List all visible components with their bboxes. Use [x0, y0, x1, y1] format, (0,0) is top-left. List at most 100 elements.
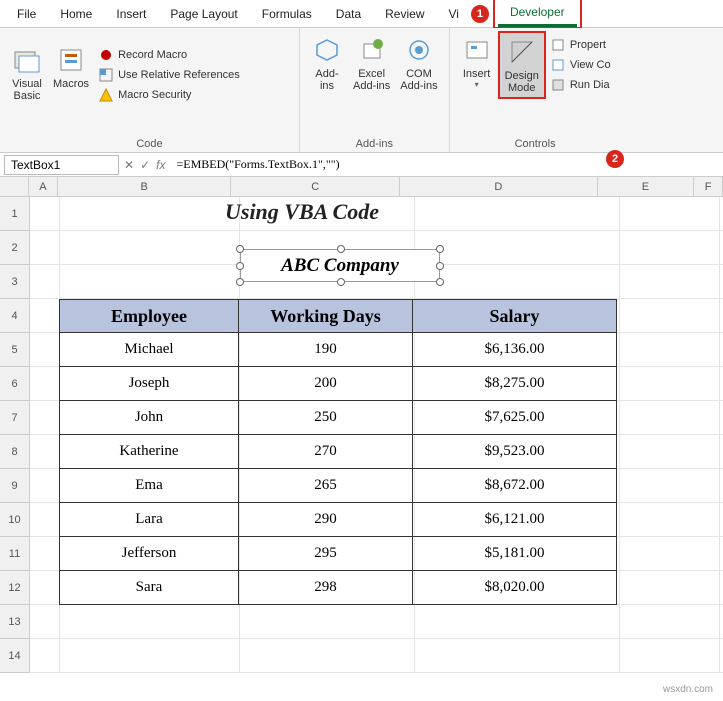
run-dialog-button[interactable]: Run Dia: [546, 75, 615, 95]
record-macro-button[interactable]: Record Macro: [94, 45, 244, 65]
ribbon-tabs: File Home Insert Page Layout Formulas Da…: [0, 0, 723, 28]
table-row: John250$7,625.00: [60, 401, 617, 435]
cell-salary: $6,136.00: [412, 332, 617, 367]
cell-salary: $5,181.00: [412, 536, 617, 571]
row-4[interactable]: 4: [0, 299, 30, 333]
com-addins-icon: [403, 34, 435, 66]
tab-file[interactable]: File: [5, 2, 48, 26]
resize-handle[interactable]: [337, 245, 345, 253]
group-addins-label: Add-ins: [306, 136, 443, 150]
resize-handle[interactable]: [436, 278, 444, 286]
resize-handle[interactable]: [436, 245, 444, 253]
row-11[interactable]: 11: [0, 537, 30, 571]
row-8[interactable]: 8: [0, 435, 30, 469]
cell-days: 298: [238, 570, 413, 605]
fx-icon[interactable]: fx: [156, 158, 165, 172]
design-mode-button[interactable]: Design Mode: [498, 31, 546, 99]
group-addins: Add- ins Excel Add-ins COM Add-ins Add-i…: [300, 28, 450, 152]
view-code-button[interactable]: View Co: [546, 55, 615, 75]
row-14[interactable]: 14: [0, 639, 30, 673]
cell-employee: Lara: [59, 502, 239, 537]
cells-area[interactable]: document.write(Array.from({length:14},()…: [30, 197, 723, 673]
col-E[interactable]: E: [598, 177, 694, 197]
row-5[interactable]: 5: [0, 333, 30, 367]
col-C[interactable]: C: [231, 177, 400, 197]
record-label: Record Macro: [118, 49, 187, 61]
cell-days: 290: [238, 502, 413, 537]
tab-home[interactable]: Home: [48, 2, 104, 26]
tab-developer-highlight: Developer: [493, 0, 582, 29]
watermark: wsxdn.com: [663, 684, 713, 695]
relref-icon: [98, 67, 114, 83]
com-addins-label: COM Add-ins: [400, 68, 437, 92]
col-D[interactable]: D: [400, 177, 598, 197]
cell-days: 200: [238, 366, 413, 401]
textbox-object[interactable]: ABC Company: [240, 249, 440, 282]
addins-icon: [311, 34, 343, 66]
spreadsheet-grid: A B C D E F 1 2 3 4 5 6 7 8 9 10 11 12 1…: [0, 177, 723, 673]
relative-ref-button[interactable]: Use Relative References: [94, 65, 244, 85]
th-days: Working Days: [238, 299, 413, 333]
design-mode-icon: [506, 36, 538, 68]
resize-handle[interactable]: [236, 262, 244, 270]
insert-control-button[interactable]: Insert▾: [456, 31, 498, 92]
callout-2: 2: [606, 150, 624, 168]
row-2[interactable]: 2: [0, 231, 30, 265]
properties-icon: [550, 37, 566, 53]
resize-handle[interactable]: [436, 262, 444, 270]
resize-handle[interactable]: [337, 278, 345, 286]
row-10[interactable]: 10: [0, 503, 30, 537]
select-all-corner[interactable]: [0, 177, 29, 197]
visual-basic-button[interactable]: Visual Basic: [6, 41, 48, 105]
tab-pagelayout[interactable]: Page Layout: [158, 2, 249, 26]
row-6[interactable]: 6: [0, 367, 30, 401]
tab-developer[interactable]: Developer: [498, 0, 577, 27]
cell-salary: $8,020.00: [412, 570, 617, 605]
col-B[interactable]: B: [58, 177, 232, 197]
table-row: Sara298$8,020.00: [60, 571, 617, 605]
row-12[interactable]: 12: [0, 571, 30, 605]
properties-button[interactable]: Propert: [546, 35, 615, 55]
table-row: Lara290$6,121.00: [60, 503, 617, 537]
row-3[interactable]: 3: [0, 265, 30, 299]
resize-handle[interactable]: [236, 245, 244, 253]
formula-buttons: ✕ ✓ fx: [119, 158, 170, 172]
cell-salary: $8,275.00: [412, 366, 617, 401]
col-A[interactable]: A: [29, 177, 58, 197]
row-1[interactable]: 1: [0, 197, 30, 231]
cell-employee: Joseph: [59, 366, 239, 401]
record-icon: [98, 47, 114, 63]
enter-icon[interactable]: ✓: [140, 158, 150, 172]
cancel-icon[interactable]: ✕: [124, 158, 134, 172]
tab-review[interactable]: Review: [373, 2, 436, 26]
name-box[interactable]: [4, 155, 119, 175]
macros-button[interactable]: Macros: [48, 41, 94, 93]
row-13[interactable]: 13: [0, 605, 30, 639]
macro-security-button[interactable]: Macro Security: [94, 85, 244, 105]
excel-addins-label: Excel Add-ins: [353, 68, 390, 92]
tab-insert[interactable]: Insert: [104, 2, 158, 26]
tab-data[interactable]: Data: [324, 2, 373, 26]
row-7[interactable]: 7: [0, 401, 30, 435]
formula-input[interactable]: [170, 155, 723, 174]
cell-days: 190: [238, 332, 413, 367]
view-code-label: View Co: [570, 59, 611, 71]
com-addins-button[interactable]: COM Add-ins: [395, 31, 442, 95]
cell-employee: Jefferson: [59, 536, 239, 571]
addins-button[interactable]: Add- ins: [306, 31, 348, 95]
addins-label: Add- ins: [315, 68, 338, 92]
data-table: Employee Working Days Salary Michael190$…: [60, 299, 617, 605]
cell-employee: Ema: [59, 468, 239, 503]
resize-handle[interactable]: [236, 278, 244, 286]
col-F[interactable]: F: [694, 177, 723, 197]
tab-view[interactable]: Vi: [437, 2, 471, 26]
excel-addins-button[interactable]: Excel Add-ins: [348, 31, 395, 95]
vb-label: Visual Basic: [12, 78, 42, 102]
tab-formulas[interactable]: Formulas: [250, 2, 324, 26]
macros-label: Macros: [53, 78, 89, 90]
excel-addins-icon: [356, 34, 388, 66]
macros-icon: [55, 44, 87, 76]
run-dialog-label: Run Dia: [570, 79, 610, 91]
row-9[interactable]: 9: [0, 469, 30, 503]
cell-days: 265: [238, 468, 413, 503]
